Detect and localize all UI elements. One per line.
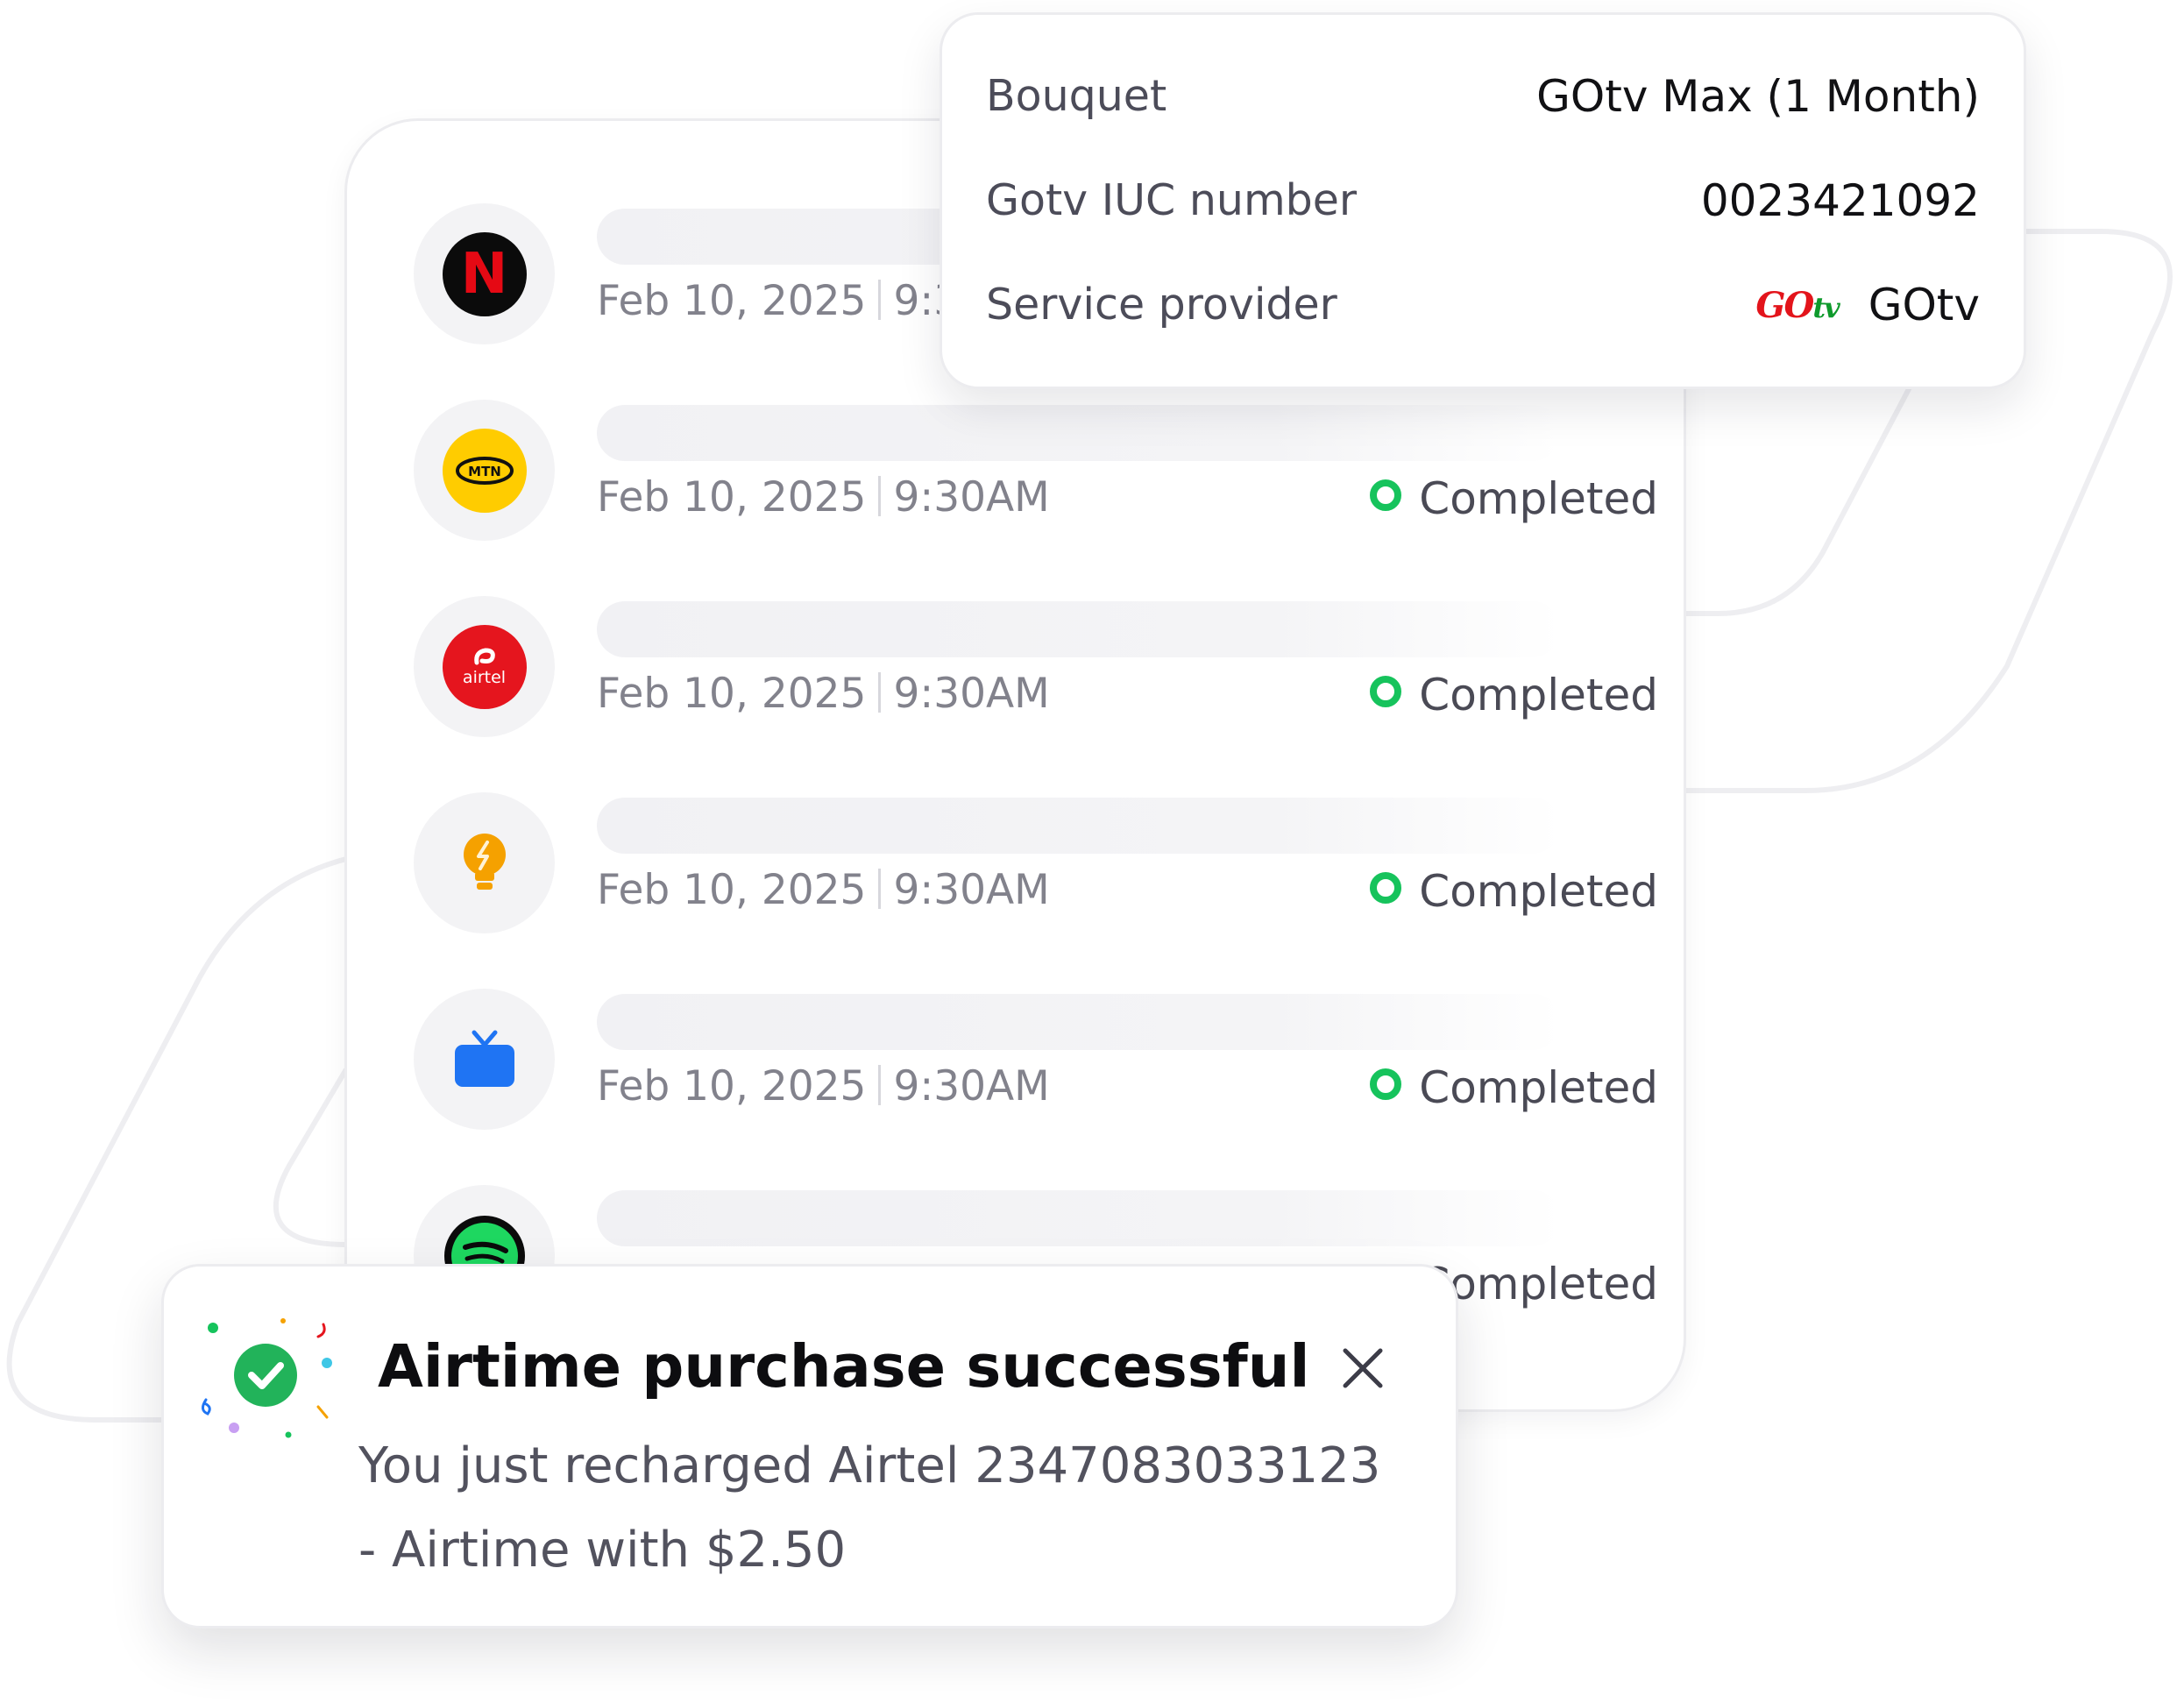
success-toast: Airtime purchase successful You just rec… xyxy=(161,1264,1458,1628)
transaction-row-mtn[interactable]: MTN Feb 10, 2025 9:30AM Completed xyxy=(414,400,1658,543)
status-badge: Completed xyxy=(1370,1062,1658,1113)
skeleton-title xyxy=(597,601,1561,657)
mtn-logo-container: MTN xyxy=(414,400,555,541)
transaction-time: 9:30AM xyxy=(893,670,1050,718)
netflix-logo-letter: N xyxy=(460,241,508,307)
status-text: Completed xyxy=(1419,866,1658,917)
transaction-time: 9:30AM xyxy=(893,473,1050,522)
toast-title: Airtime purchase successful xyxy=(378,1332,1310,1401)
status-text: Completed xyxy=(1419,1062,1658,1113)
mtn-logo: MTN xyxy=(442,428,527,513)
detail-row-iuc: Gotv IUC number 0023421092 xyxy=(986,175,1980,231)
iuc-value: 0023421092 xyxy=(1700,175,1980,226)
datetime-divider xyxy=(878,280,882,320)
provider-value-group: GOtv GOtv xyxy=(1755,280,1980,330)
electricity-logo-container xyxy=(414,792,555,933)
transaction-row-airtel[interactable]: airtel Feb 10, 2025 9:30AM Completed xyxy=(414,596,1658,740)
status-completed-icon xyxy=(1370,676,1402,707)
status-completed-icon xyxy=(1370,1068,1402,1100)
detail-row-bouquet: Bouquet GOtv Max (1 Month) xyxy=(986,71,1980,127)
iuc-label: Gotv IUC number xyxy=(986,175,1358,225)
transaction-datetime: Feb 10, 2025 9:30AM xyxy=(597,473,1050,522)
airtel-logo-text: airtel xyxy=(462,667,507,687)
transaction-date: Feb 10, 2025 xyxy=(597,473,867,522)
status-badge: Completed xyxy=(1370,473,1658,524)
status-completed-icon xyxy=(1370,479,1402,511)
netflix-logo-container: N xyxy=(414,203,555,344)
transaction-date: Feb 10, 2025 xyxy=(597,670,867,718)
airtel-swirl-icon xyxy=(473,647,495,664)
status-badge: Completed xyxy=(1370,670,1658,720)
close-icon[interactable] xyxy=(1338,1344,1387,1393)
detail-row-provider: Service provider GOtv GOtv xyxy=(986,280,1980,336)
provider-label: Service provider xyxy=(986,280,1337,330)
toast-message: You just recharged Airtel 2347083033123 … xyxy=(358,1437,1381,1579)
transaction-time: 9:30AM xyxy=(893,1062,1050,1110)
transaction-date: Feb 10, 2025 xyxy=(597,277,867,325)
status-badge: Completed xyxy=(1370,866,1658,917)
datetime-divider xyxy=(878,869,882,909)
bouquet-label: Bouquet xyxy=(986,71,1167,121)
transaction-datetime: Feb 10, 2025 9:30AM xyxy=(597,866,1050,914)
airtel-logo-container: airtel xyxy=(414,596,555,737)
mtn-oval-icon: MTN xyxy=(455,456,514,485)
bouquet-value: GOtv Max (1 Month) xyxy=(1536,71,1980,122)
bouquet-details-card: Bouquet GOtv Max (1 Month) Gotv IUC numb… xyxy=(940,12,2026,389)
airtel-logo: airtel xyxy=(442,624,527,709)
datetime-divider xyxy=(878,1065,882,1105)
status-text: Completed xyxy=(1419,670,1658,720)
transaction-datetime: Feb 10, 2025 9:30AM xyxy=(597,670,1050,718)
gotv-logo: GOtv xyxy=(1755,284,1840,326)
tv-logo-container xyxy=(414,989,555,1130)
netflix-logo: N xyxy=(442,231,527,316)
datetime-divider xyxy=(878,672,882,713)
skeleton-title xyxy=(597,1190,1561,1246)
mtn-logo-text: MTN xyxy=(468,464,501,479)
status-text: Completed xyxy=(1419,473,1658,524)
transaction-date: Feb 10, 2025 xyxy=(597,1062,867,1110)
tv-icon xyxy=(454,1030,514,1087)
transaction-row-tv[interactable]: Feb 10, 2025 9:30AM Completed xyxy=(414,989,1658,1132)
skeleton-title xyxy=(597,405,1561,461)
skeleton-title xyxy=(597,994,1561,1050)
transaction-datetime: Feb 10, 2025 9:30AM xyxy=(597,1062,1050,1110)
provider-value: GOtv xyxy=(1868,280,1980,330)
success-check-icon xyxy=(202,1318,332,1438)
electricity-bulb-icon xyxy=(463,833,506,890)
status-completed-icon xyxy=(1370,872,1402,904)
transaction-row-electricity[interactable]: Feb 10, 2025 9:30AM Completed xyxy=(414,792,1658,936)
skeleton-title xyxy=(597,798,1561,854)
transaction-time: 9:30AM xyxy=(893,866,1050,914)
datetime-divider xyxy=(878,476,882,516)
transaction-date: Feb 10, 2025 xyxy=(597,866,867,914)
